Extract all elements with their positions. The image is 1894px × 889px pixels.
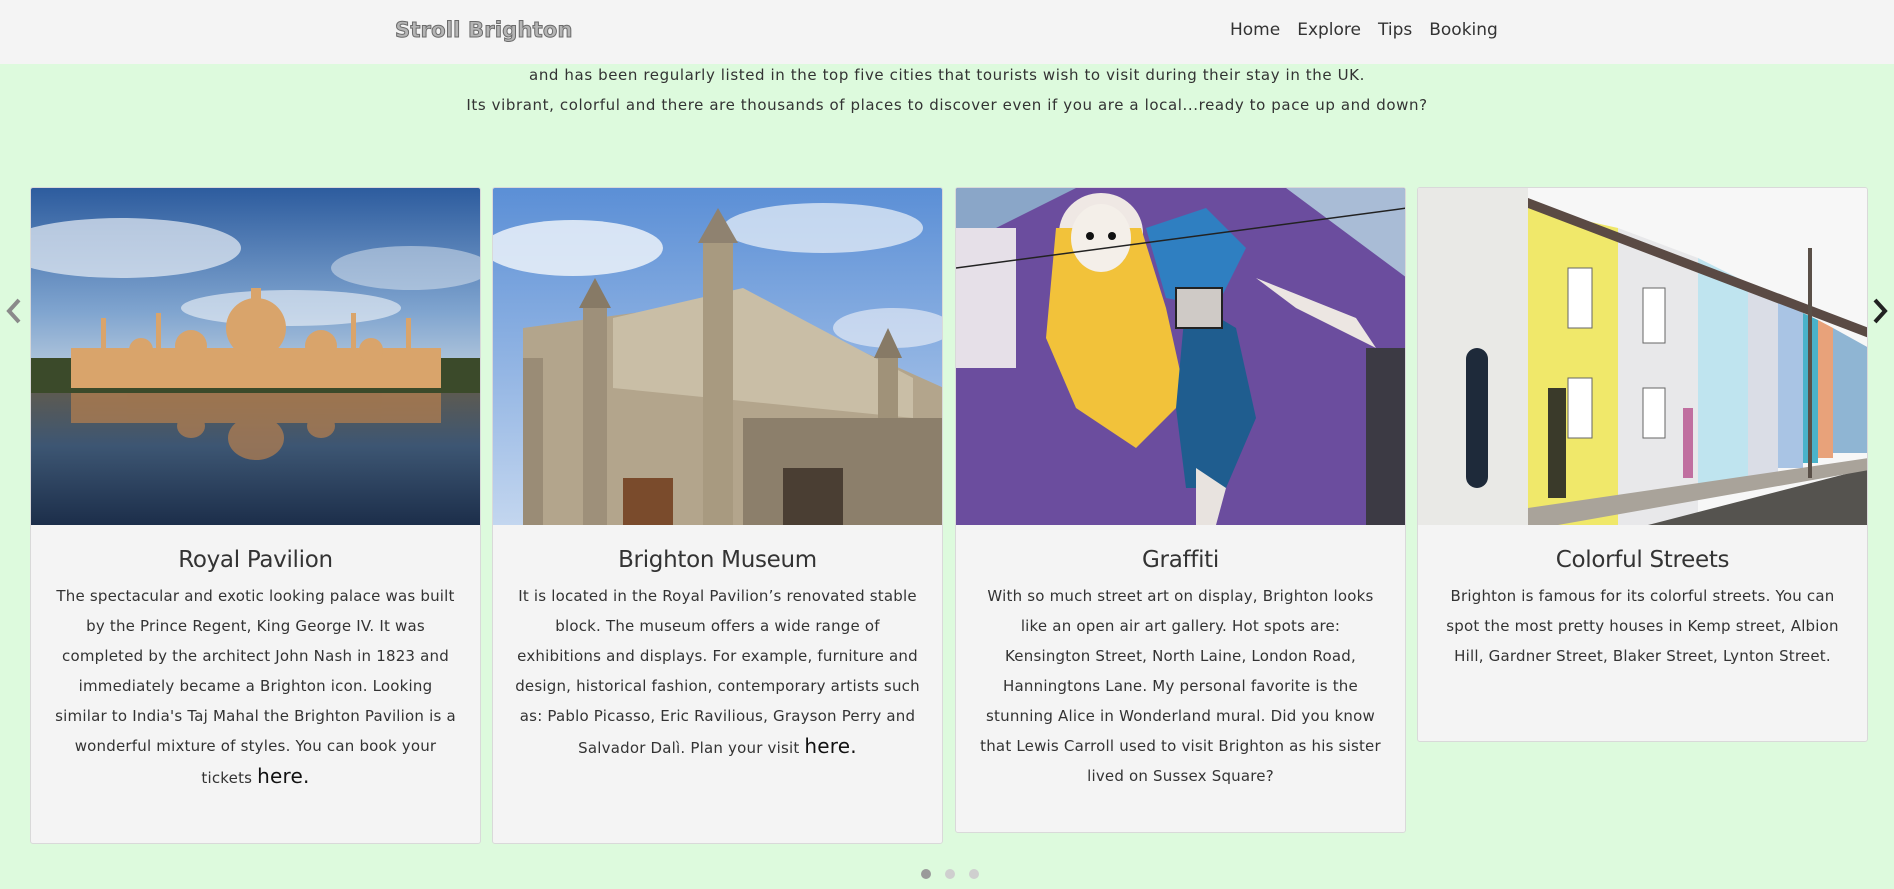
nav-link-tips[interactable]: Tips xyxy=(1378,20,1412,40)
intro-line-2: Its vibrant, colorful and there are thou… xyxy=(466,96,1428,114)
nav-link-booking[interactable]: Booking xyxy=(1429,20,1498,40)
card-graffiti: Graffiti With so much street art on disp… xyxy=(955,187,1406,833)
royal-pavilion-photo xyxy=(31,188,480,525)
plan-visit-link[interactable]: here. xyxy=(804,734,856,758)
carousel-indicators xyxy=(921,869,979,879)
nav-link-explore[interactable]: Explore xyxy=(1297,20,1361,40)
carousel-prev-button[interactable] xyxy=(4,296,24,326)
card-title: Graffiti xyxy=(1142,547,1219,573)
chevron-right-icon xyxy=(1873,298,1888,324)
navbar: Stroll Brighton Home Explore Tips Bookin… xyxy=(0,0,1894,64)
intro-line-1: and has been regularly listed in the top… xyxy=(529,66,1365,84)
card-description: The spectacular and exotic looking palac… xyxy=(55,587,456,788)
nav-link-home[interactable]: Home xyxy=(1230,20,1280,40)
card-title: Brighton Museum xyxy=(618,547,817,573)
card-royal-pavilion: Royal Pavilion The spectacular and exoti… xyxy=(30,187,481,844)
colorful-streets-photo xyxy=(1418,188,1867,525)
carousel-dot-2[interactable] xyxy=(945,869,955,879)
graffiti-mural-photo xyxy=(956,188,1405,525)
card-title: Colorful Streets xyxy=(1555,547,1730,573)
card-colorful-streets: Colorful Streets Brighton is famous for … xyxy=(1417,187,1868,742)
brighton-museum-photo xyxy=(493,188,942,525)
card-description: Brighton is famous for its colorful stre… xyxy=(1446,587,1839,665)
carousel-dot-1[interactable] xyxy=(921,869,931,879)
brand-logo[interactable]: Stroll Brighton xyxy=(395,18,573,43)
card-description: It is located in the Royal Pavilion’s re… xyxy=(515,587,920,758)
chevron-left-icon xyxy=(6,298,21,324)
card-brighton-museum: Brighton Museum It is located in the Roy… xyxy=(492,187,943,844)
carousel-next-button[interactable] xyxy=(1870,296,1890,326)
carousel-dot-3[interactable] xyxy=(969,869,979,879)
card-title: Royal Pavilion xyxy=(178,547,333,573)
nav-links: Home Explore Tips Booking xyxy=(1230,20,1498,40)
card-description: With so much street art on display, Brig… xyxy=(980,587,1381,785)
book-tickets-link[interactable]: here. xyxy=(257,764,309,788)
